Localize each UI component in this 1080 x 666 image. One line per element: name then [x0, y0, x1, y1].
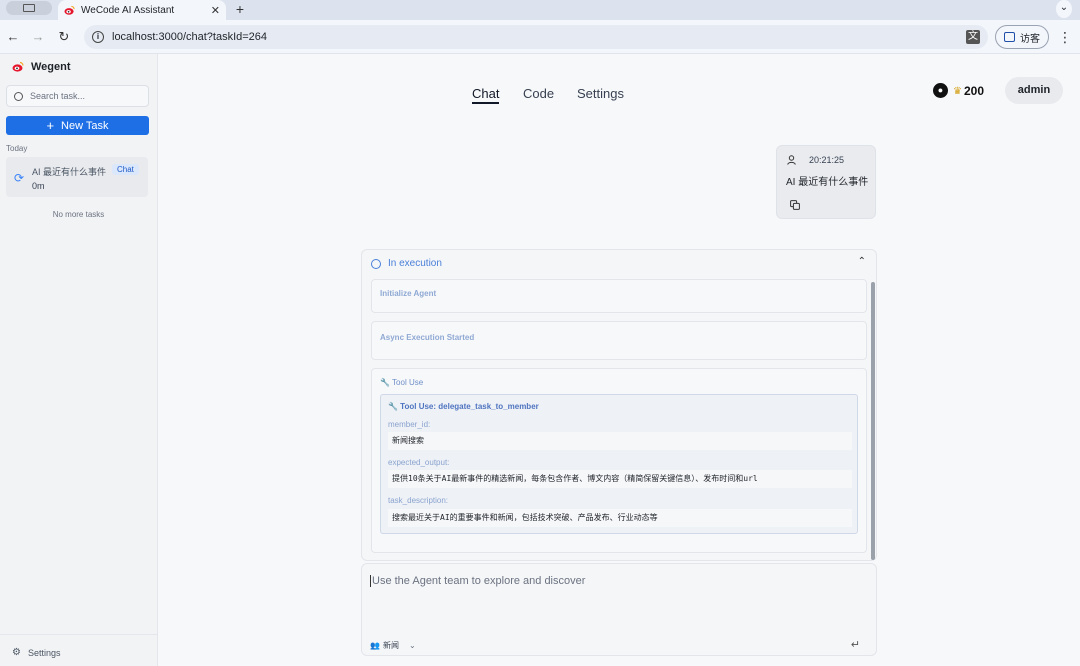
weibo-favicon-icon [64, 5, 75, 15]
stars-count: 200 [963, 84, 984, 98]
window-icon [23, 4, 35, 12]
section-today-label: Today [6, 144, 28, 153]
execution-panel: In execution ⌃ Initialize Agent Async Ex… [361, 249, 877, 561]
task-list-item[interactable]: ⟳ AI 最近有什么事件 Chat 0m [6, 157, 148, 197]
brand-name: Wegent [31, 61, 71, 73]
message-text: AI 最近有什么事件 [786, 177, 869, 188]
param-value: 新闻搜索 [388, 432, 852, 450]
copy-icon[interactable] [790, 200, 800, 210]
message-input[interactable]: Use the Agent team to explore and discov… [370, 575, 585, 587]
param-label: task_description: [388, 496, 449, 505]
team-selector[interactable]: 👥 新闻 ⌄ [370, 640, 416, 651]
step-tool-use: 🔧 Tool Use 🔧 Tool Use: delegate_task_to_… [371, 368, 867, 553]
team-name: 新闻 [382, 641, 399, 650]
param-value: 提供10条关于AI最新事件的精选新闻，每条包含作者、博文内容（精简保留关键信息）… [388, 470, 852, 488]
new-tab-button[interactable]: + [232, 0, 248, 20]
param-label: member_id: [388, 420, 431, 429]
brand[interactable]: Wegent [12, 61, 71, 73]
no-more-tasks: No more tasks [52, 210, 105, 219]
running-sync-icon: ⟳ [14, 171, 25, 185]
browser-tab-bar: WeCode AI Assistant ✕ + ⌄ [0, 0, 1080, 20]
github-icon[interactable]: ● [933, 83, 948, 98]
sidebar: Wegent Search task... + New Task Today ⟳… [0, 54, 158, 666]
step-title: 🔧 Tool Use [380, 378, 424, 387]
user-menu-button[interactable]: admin [1005, 77, 1063, 104]
tab-settings[interactable]: Settings [577, 86, 624, 101]
param-label: expected_output: [388, 458, 450, 467]
new-task-label: New Task [61, 119, 109, 132]
close-tab-icon[interactable]: ✕ [211, 4, 220, 17]
execution-status: In execution [388, 258, 442, 269]
search-input[interactable]: Search task... [6, 85, 149, 107]
browser-tab[interactable]: WeCode AI Assistant ✕ [58, 0, 226, 20]
task-time: 0m [32, 181, 45, 191]
robot-icon [371, 258, 381, 269]
search-icon [14, 91, 23, 101]
profile-button[interactable]: 访客 [995, 25, 1049, 49]
back-arrow-icon[interactable]: ← [4, 28, 22, 46]
sidebar-divider [0, 634, 157, 635]
address-bar[interactable]: i localhost:3000/chat?taskId=264 文 [84, 25, 988, 49]
sidebar-settings-link[interactable]: ⚙ Settings [12, 647, 61, 658]
weibo-logo-icon [12, 61, 24, 72]
step-initialize-agent: Initialize Agent [371, 279, 867, 313]
message-composer[interactable]: Use the Agent team to explore and discov… [361, 563, 877, 656]
message-time: 20:21:25 [809, 155, 845, 165]
param-value: 搜索最近关于AI的重要事件和新闻，包括技术突破、产品发布、行业动态等 [388, 509, 852, 527]
user-icon [787, 155, 796, 165]
step-title: Async Execution Started [380, 333, 475, 342]
forward-arrow-icon[interactable]: → [29, 28, 47, 46]
task-type-badge: Chat [112, 164, 139, 175]
site-info-icon[interactable]: i [92, 31, 104, 43]
send-enter-icon[interactable]: ↵ [851, 638, 860, 651]
url-text: localhost:3000/chat?taskId=264 [112, 31, 268, 43]
browser-menu-icon[interactable]: ⋮ [1058, 28, 1072, 46]
chevron-down-icon: ⌄ [408, 641, 416, 650]
collapse-chevron-icon[interactable]: ⌃ [858, 256, 866, 267]
tab-code[interactable]: Code [523, 86, 554, 101]
search-placeholder: Search task... [30, 91, 86, 101]
github-stars[interactable]: ♛ 200 [953, 84, 984, 98]
step-title: Initialize Agent [380, 289, 437, 298]
sidebar-settings-label: Settings [27, 647, 61, 658]
translate-icon[interactable]: 文 [966, 30, 980, 44]
tab-group-button[interactable] [6, 1, 52, 15]
tool-call-box: 🔧 Tool Use: delegate_task_to_member memb… [380, 394, 858, 534]
profile-label: 访客 [1020, 33, 1040, 45]
task-title: AI 最近有什么事件 [32, 167, 107, 177]
new-task-button[interactable]: + New Task [6, 116, 149, 135]
browser-toolbar: ← → ↻ i localhost:3000/chat?taskId=264 文… [0, 20, 1080, 54]
user-message: 20:21:25 AI 最近有什么事件 [776, 145, 876, 219]
scrollbar[interactable] [871, 282, 875, 560]
tab-title: WeCode AI Assistant [81, 4, 175, 16]
tab-chat[interactable]: Chat [472, 86, 500, 104]
reload-icon[interactable]: ↻ [55, 28, 73, 46]
gear-icon: ⚙ [12, 647, 21, 658]
tab-search-chevron-icon[interactable]: ⌄ [1056, 0, 1072, 18]
step-async-started: Async Execution Started [371, 321, 867, 360]
execution-header[interactable]: In execution [371, 258, 442, 269]
tool-call-title: 🔧 Tool Use: delegate_task_to_member [388, 402, 539, 411]
profile-icon [1004, 32, 1015, 42]
star-icon: ♛ [953, 85, 962, 97]
team-icon: 👥 [370, 641, 380, 650]
plus-icon: + [46, 118, 55, 133]
